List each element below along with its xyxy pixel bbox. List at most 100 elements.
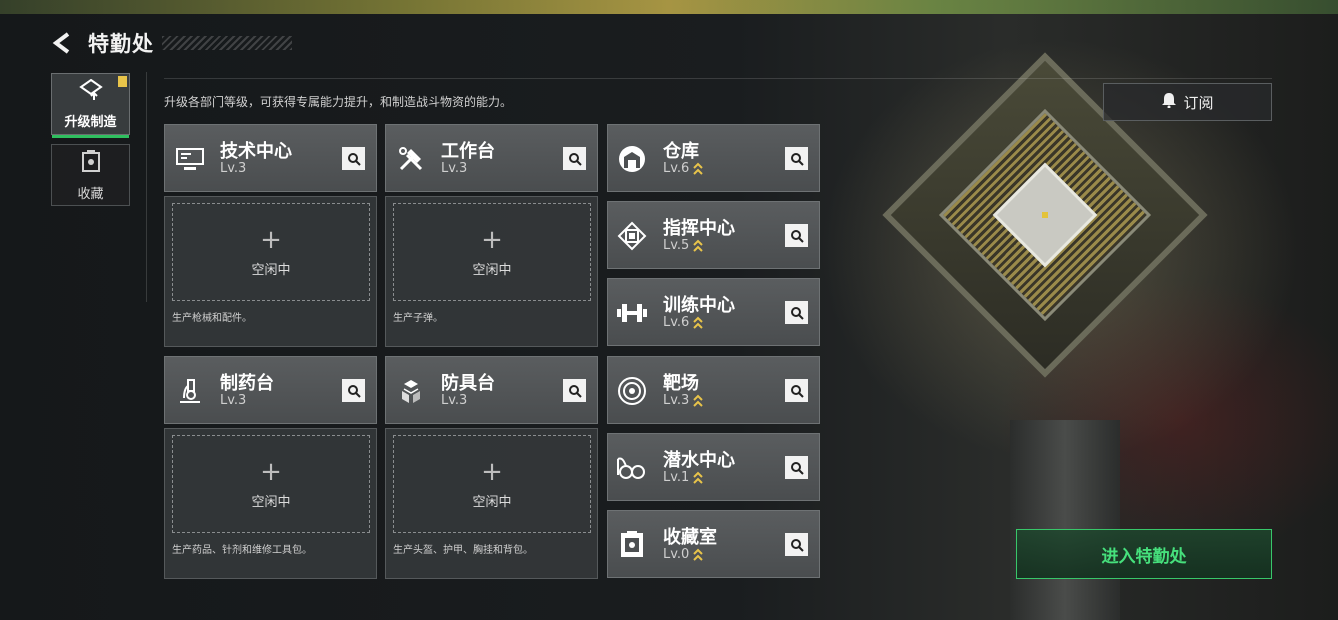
card-description: 生产枪械和配件。 xyxy=(172,313,252,324)
search-button[interactable] xyxy=(785,379,808,402)
search-button[interactable] xyxy=(785,456,808,479)
card-body: + 空闲中 生产枪械和配件。 xyxy=(164,196,377,347)
search-icon xyxy=(790,229,804,243)
top-banner-strip xyxy=(0,0,1338,14)
level-text: Lv.1 xyxy=(663,470,690,485)
card-body: + 空闲中 生产头盔、护甲、胸挂和背包。 xyxy=(385,428,598,579)
tab-upgrade-craft[interactable]: 升级制造 xyxy=(51,73,130,138)
divider-vertical xyxy=(146,72,147,302)
plus-icon: + xyxy=(260,224,282,255)
facility-name: 仓库 xyxy=(663,141,699,162)
level-text: Lv.3 xyxy=(441,161,468,176)
slot-status: 空闲中 xyxy=(472,494,512,510)
production-slot[interactable]: + 空闲中 xyxy=(172,435,370,533)
facility-shooting-range[interactable]: 靶场 Lv.3 xyxy=(607,356,820,424)
search-button[interactable] xyxy=(785,301,808,324)
upgrade-arrow-icon xyxy=(693,394,704,408)
card-description: 生产子弹。 xyxy=(393,313,443,324)
search-button[interactable] xyxy=(342,147,365,170)
search-button[interactable] xyxy=(785,533,808,556)
plus-icon: + xyxy=(481,224,503,255)
level-text: Lv.3 xyxy=(663,393,690,408)
collection-icon xyxy=(80,149,102,177)
enter-special-ops-button[interactable]: 进入特勤处 xyxy=(1016,529,1272,579)
card-description: 生产药品、针剂和维修工具包。 xyxy=(172,545,312,556)
facility-collection-room[interactable]: 收藏室 Lv.0 xyxy=(607,510,820,578)
card-header[interactable]: 技术中心 Lv.3 xyxy=(164,124,377,192)
search-icon xyxy=(790,152,804,166)
level-text: Lv.3 xyxy=(441,393,468,408)
facility-level: Lv.6 xyxy=(663,315,704,330)
facility-training-center[interactable]: 训练中心 Lv.6 xyxy=(607,278,820,346)
card-title: 工作台 xyxy=(441,141,495,162)
facility-level: Lv.6 xyxy=(663,161,704,176)
search-button[interactable] xyxy=(342,379,365,402)
card-level: Lv.3 xyxy=(220,161,246,176)
facility-level: Lv.1 xyxy=(663,470,704,485)
warehouse-icon xyxy=(615,142,649,176)
level-text: Lv.6 xyxy=(663,161,690,176)
facility-name: 潜水中心 xyxy=(663,450,735,471)
tab-collection[interactable]: 收藏 xyxy=(51,144,130,206)
search-button[interactable] xyxy=(785,224,808,247)
enter-label: 进入特勤处 xyxy=(1101,546,1187,567)
facility-level: Lv.5 xyxy=(663,238,704,253)
card-title: 技术中心 xyxy=(220,141,292,162)
slot-status: 空闲中 xyxy=(251,494,291,510)
subscribe-button[interactable]: 订阅 xyxy=(1103,83,1272,121)
production-slot[interactable]: + 空闲中 xyxy=(393,203,591,301)
search-icon xyxy=(790,538,804,552)
upgrade-arrow-icon xyxy=(693,162,704,176)
card-level: Lv.3 xyxy=(220,393,246,408)
plus-icon: + xyxy=(260,456,282,487)
search-icon xyxy=(347,152,361,166)
facility-diving-center[interactable]: 潜水中心 Lv.1 xyxy=(607,433,820,501)
upgrade-arrow-icon xyxy=(693,316,704,330)
scene-pillar xyxy=(1010,420,1120,620)
slot-status: 空闲中 xyxy=(251,262,291,278)
monitor-icon xyxy=(173,142,207,176)
card-header[interactable]: 工作台 Lv.3 xyxy=(385,124,598,192)
card-level: Lv.3 xyxy=(441,393,467,408)
subscribe-label: 订阅 xyxy=(1183,93,1214,112)
armor-icon xyxy=(394,374,428,408)
search-button[interactable] xyxy=(563,379,586,402)
tab-label: 收藏 xyxy=(77,186,104,202)
slot-status: 空闲中 xyxy=(472,262,512,278)
plus-icon: + xyxy=(481,456,503,487)
search-icon xyxy=(347,384,361,398)
dumbbell-icon xyxy=(615,296,649,330)
card-header[interactable]: 防具台 Lv.3 xyxy=(385,356,598,424)
diving-icon xyxy=(615,451,649,485)
header: 特勤处 xyxy=(50,28,292,58)
facility-command-center[interactable]: 指挥中心 Lv.5 xyxy=(607,201,820,269)
page-description: 升级各部门等级，可获得专属能力提升，和制造战斗物资的能力。 xyxy=(164,95,513,109)
card-title: 防具台 xyxy=(441,373,495,394)
level-text: Lv.3 xyxy=(220,393,247,408)
level-text: Lv.5 xyxy=(663,238,690,253)
level-text: Lv.0 xyxy=(663,547,690,562)
card-header[interactable]: 制药台 Lv.3 xyxy=(164,356,377,424)
divider-horizontal xyxy=(164,78,1272,79)
cube-core-light xyxy=(1042,212,1048,218)
facility-name: 指挥中心 xyxy=(663,218,735,239)
card-title: 制药台 xyxy=(220,373,274,394)
production-slot[interactable]: + 空闲中 xyxy=(172,203,370,301)
vault-icon xyxy=(615,528,649,562)
facility-name: 收藏室 xyxy=(663,527,717,548)
upgrade-arrow-icon xyxy=(693,548,704,562)
notification-badge xyxy=(118,76,127,87)
chip-icon xyxy=(615,219,649,253)
facility-name: 训练中心 xyxy=(663,295,735,316)
search-icon xyxy=(568,384,582,398)
production-slot[interactable]: + 空闲中 xyxy=(393,435,591,533)
search-button[interactable] xyxy=(785,147,808,170)
search-icon xyxy=(790,461,804,475)
facility-warehouse[interactable]: 仓库 Lv.6 xyxy=(607,124,820,192)
card-level: Lv.3 xyxy=(441,161,467,176)
card-body: + 空闲中 生产子弹。 xyxy=(385,196,598,347)
search-button[interactable] xyxy=(563,147,586,170)
back-arrow-icon[interactable] xyxy=(50,30,76,56)
card-body: + 空闲中 生产药品、针剂和维修工具包。 xyxy=(164,428,377,579)
level-text: Lv.6 xyxy=(663,315,690,330)
